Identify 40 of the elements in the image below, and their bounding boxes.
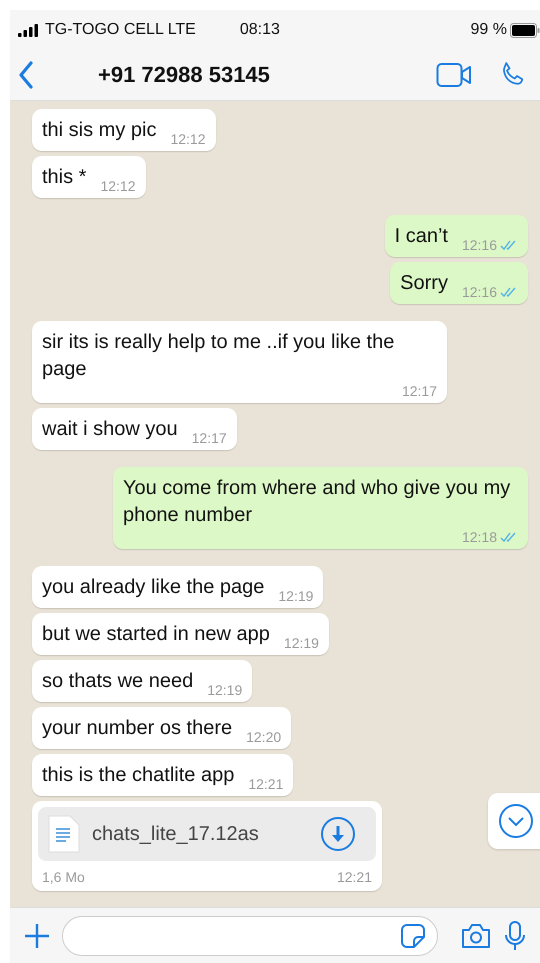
message-time: 12:16: [462, 237, 497, 253]
message-time: 12:20: [246, 729, 282, 745]
carrier-name: TG-TOGO CELL LTE: [45, 21, 196, 39]
message-text: Sorry: [400, 271, 448, 296]
message-time: 12:12: [170, 131, 206, 147]
file-name: chats_lite_17.12as: [92, 822, 260, 846]
scroll-down-button[interactable]: [488, 793, 540, 849]
sticker-icon[interactable]: [399, 922, 427, 950]
signal-icon: [18, 24, 40, 36]
message-time: 12:19: [278, 588, 314, 604]
message-text: this is the chatlite app: [42, 763, 234, 788]
message-time: 12:21: [336, 869, 372, 885]
message-time: 12:17: [192, 430, 227, 446]
contact-number: +91 72988 53145: [98, 62, 270, 88]
file-attachment[interactable]: chats_lite_17.12as: [38, 807, 376, 861]
message-time: 12:21: [248, 776, 284, 792]
document-icon: [48, 815, 80, 853]
battery-percent: 99 %: [470, 21, 507, 39]
message-time: 12:12: [100, 178, 136, 194]
message-text: You come from where and who give you my phone number: [123, 476, 512, 528]
message-text: thi sis my pic: [42, 118, 156, 143]
message-text: this *: [42, 165, 86, 190]
message-time: 12:16: [462, 284, 497, 300]
message-time: 12:19: [284, 635, 319, 651]
message-text: so thats we need: [42, 669, 194, 694]
clock-time: 08:13: [240, 21, 280, 39]
video-call-button[interactable]: [434, 60, 474, 90]
message-time: 12:19: [207, 682, 242, 698]
file-size: 1,6 Mo: [42, 869, 85, 885]
message-text: your number os there: [42, 716, 232, 741]
message-text: wait i show you: [42, 417, 178, 442]
message-text: but we started in new app: [42, 622, 270, 647]
message-time: 12:17: [402, 383, 437, 399]
download-icon[interactable]: [320, 816, 356, 852]
message-time: 12:18: [462, 529, 497, 545]
message-text: I can’t: [394, 224, 448, 249]
message-text: you already like the page: [42, 575, 264, 600]
message-input-field[interactable]: [62, 916, 438, 956]
battery-icon: [510, 22, 540, 38]
message-text: sir its is really help to me ..if you like the page: [42, 330, 396, 382]
